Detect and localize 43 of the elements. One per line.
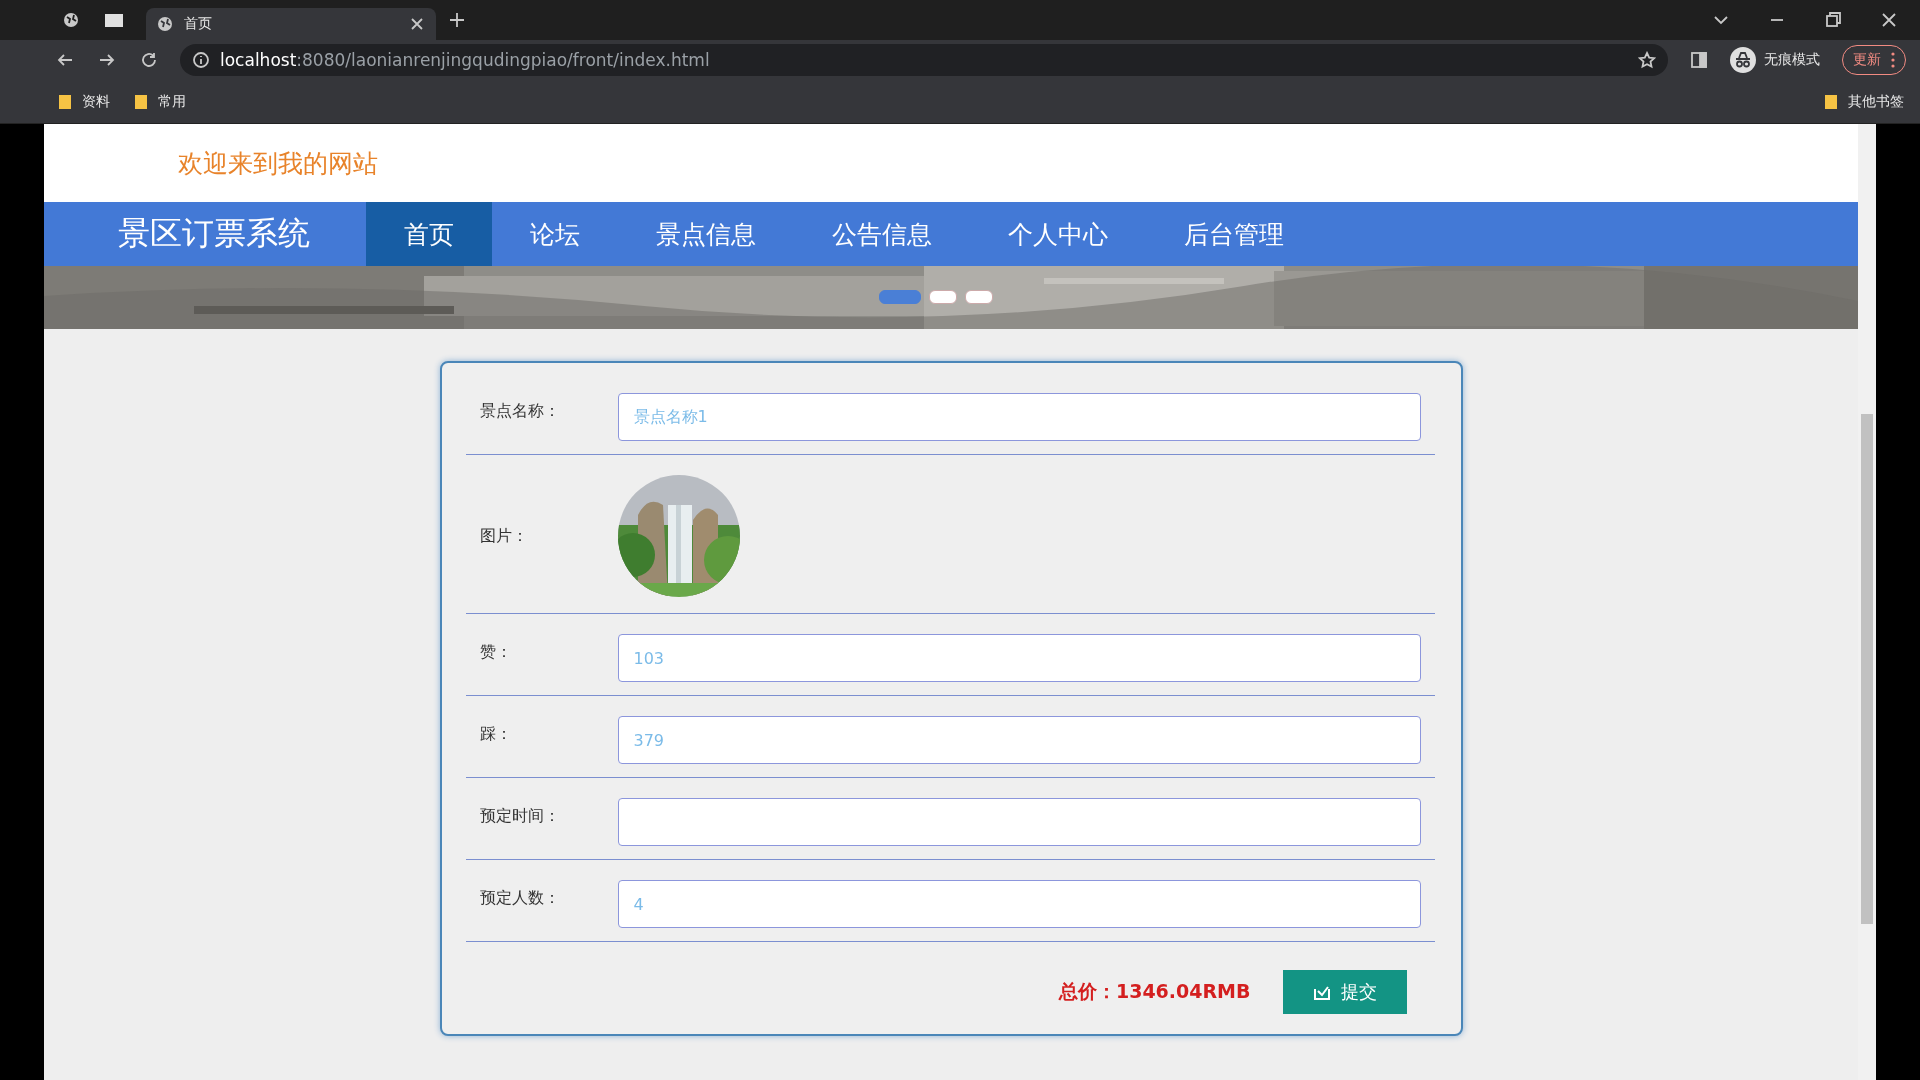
nav-link[interactable]: 论坛 [492, 202, 618, 266]
url-text: localhost:8080/laonianrenjingqudingpiao/front/index.html [220, 50, 710, 70]
welcome-text: 欢迎来到我的网站 [178, 147, 378, 180]
tab-title: 首页 [184, 15, 213, 33]
nav-link[interactable]: 公告信息 [794, 202, 970, 266]
text-field[interactable]: 景点名称1 [617, 393, 1421, 441]
more-icon [1891, 52, 1895, 68]
window-icon[interactable] [104, 11, 124, 29]
folder-icon [134, 93, 148, 110]
info-icon[interactable] [192, 51, 210, 69]
bookmark-link[interactable]: 资料 [82, 92, 110, 111]
field-label: 赞： [478, 641, 513, 663]
field-label: 预定时间： [478, 805, 561, 827]
star-icon[interactable] [1638, 51, 1656, 69]
scrollbar-thumb[interactable] [1861, 414, 1873, 924]
restore-icon[interactable] [1824, 11, 1842, 29]
close-icon[interactable] [1880, 11, 1898, 29]
bookmark-link[interactable]: 其他书签 [1848, 92, 1904, 111]
globe-icon[interactable] [156, 15, 174, 33]
total-price: 总价：1346.04RMB [1058, 979, 1251, 1004]
field-label: 踩： [478, 723, 513, 745]
address-bar[interactable]: localhost:8080/laonianrenjingqudingpiao/front/index.html [180, 44, 1668, 76]
field-label: 图片： [478, 525, 529, 547]
field-label: 预定人数： [478, 887, 561, 909]
sidebar-icon[interactable] [1690, 51, 1708, 69]
browser-tab[interactable]: 首页 [146, 8, 436, 40]
nav-link[interactable]: 个人中心 [970, 202, 1146, 266]
bookmark-link[interactable]: 常用 [158, 92, 186, 111]
nav-link[interactable]: 景点信息 [618, 202, 794, 266]
site-brand: 景区订票系统 [117, 213, 311, 254]
nav-link[interactable]: 后台管理 [1146, 202, 1322, 266]
incognito-icon[interactable] [1730, 47, 1756, 73]
nav-link[interactable]: 首页 [366, 202, 492, 266]
profile-label: 无痕模式 [1764, 51, 1820, 69]
globe-icon[interactable] [62, 11, 80, 29]
field-label: 景点名称： [478, 400, 561, 422]
reload-icon[interactable] [140, 51, 158, 69]
plus-icon[interactable] [448, 11, 466, 29]
folder-icon [1824, 93, 1838, 110]
text-field[interactable] [617, 798, 1421, 846]
text-field[interactable]: 103 [617, 634, 1421, 682]
folder-icon [58, 93, 72, 110]
submit-button[interactable]: 提交 [1282, 970, 1407, 1014]
